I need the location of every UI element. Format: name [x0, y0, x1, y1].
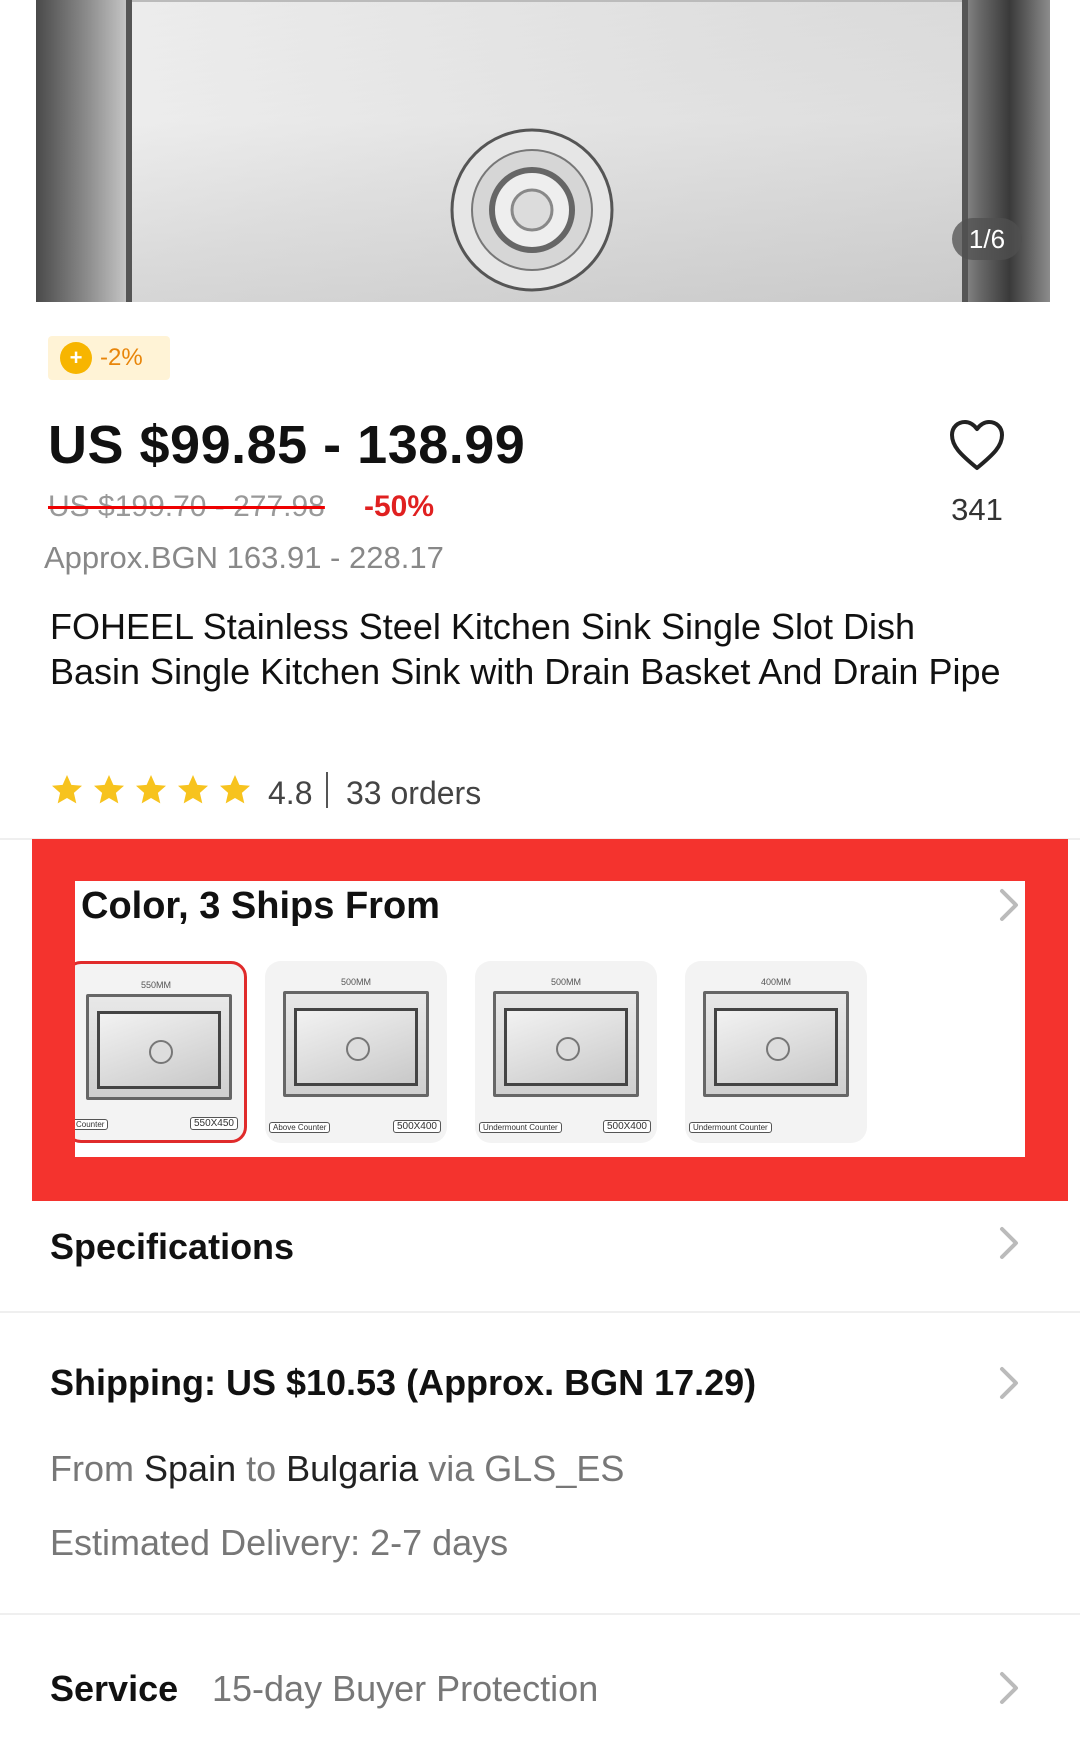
variation-selector[interactable]: Color, 3 Ships From 550MM Counter 550X45…: [75, 881, 1025, 1157]
variation-option-4[interactable]: 400MM Undermount Counter: [685, 961, 867, 1143]
sink-thumbnail-image: [283, 991, 429, 1097]
coin-discount-text: -2%: [100, 344, 143, 371]
sink-thumbnail-image: [493, 991, 639, 1097]
chevron-right-icon[interactable]: [998, 1366, 1020, 1400]
estimated-delivery: Estimated Delivery: 2-7 days: [50, 1522, 509, 1563]
variation-option-3[interactable]: 500MM Undermount Counter 500X400: [475, 961, 657, 1143]
drain-image: [450, 128, 614, 292]
rating-value: 4.8: [268, 775, 313, 811]
variation-highlight: Color, 3 Ships From 550MM Counter 550X45…: [32, 839, 1068, 1201]
chevron-right-icon[interactable]: [997, 887, 1021, 923]
divider: [0, 1613, 1080, 1615]
approx-local-price: Approx.BGN 163.91 - 228.17: [44, 540, 444, 575]
coin-discount-badge: + -2%: [48, 336, 170, 380]
ship-to-country: Bulgaria: [286, 1448, 419, 1489]
heart-icon[interactable]: [948, 418, 1006, 472]
star-icon: [178, 775, 208, 804]
original-price: US $199.70 - 277.98: [48, 490, 325, 523]
wishlist-count: 341: [951, 492, 1003, 527]
divider: [0, 1311, 1080, 1313]
rating-stars: [48, 772, 254, 808]
service-description: 15-day Buyer Protection: [212, 1668, 599, 1709]
specifications-title[interactable]: Specifications: [50, 1226, 294, 1268]
star-icon: [136, 775, 166, 804]
ship-from-country: Spain: [144, 1448, 237, 1489]
chevron-right-icon[interactable]: [998, 1671, 1020, 1705]
variation-title: Color, 3 Ships From: [81, 885, 440, 927]
current-price: US $99.85 - 138.99: [48, 415, 526, 475]
coin-icon: +: [60, 342, 92, 374]
star-icon: [52, 775, 82, 804]
star-icon: [94, 775, 124, 804]
service-title[interactable]: Service: [50, 1668, 178, 1710]
shipping-title[interactable]: Shipping: US $10.53 (Approx. BGN 17.29): [50, 1362, 756, 1404]
image-counter: 1/6: [952, 218, 1022, 260]
rating-separator: [326, 772, 328, 808]
shipping-carrier: via GLS_ES: [428, 1448, 625, 1489]
chevron-right-icon[interactable]: [998, 1226, 1020, 1260]
shipping-route: From Spain to Bulgaria via GLS_ES: [50, 1448, 625, 1489]
sink-thumbnail-image: [703, 991, 849, 1097]
orders-count: 33 orders: [346, 775, 482, 811]
discount-percent: -50%: [364, 490, 435, 523]
sink-thumbnail-image: [86, 994, 232, 1100]
product-image-gallery[interactable]: 1/6: [36, 0, 1050, 302]
variation-option-1[interactable]: 550MM Counter 550X450: [75, 961, 247, 1143]
star-icon: [220, 775, 250, 804]
product-title: FOHEEL Stainless Steel Kitchen Sink Sing…: [50, 606, 1001, 692]
variation-option-2[interactable]: 500MM Above Counter 500X400: [265, 961, 447, 1143]
